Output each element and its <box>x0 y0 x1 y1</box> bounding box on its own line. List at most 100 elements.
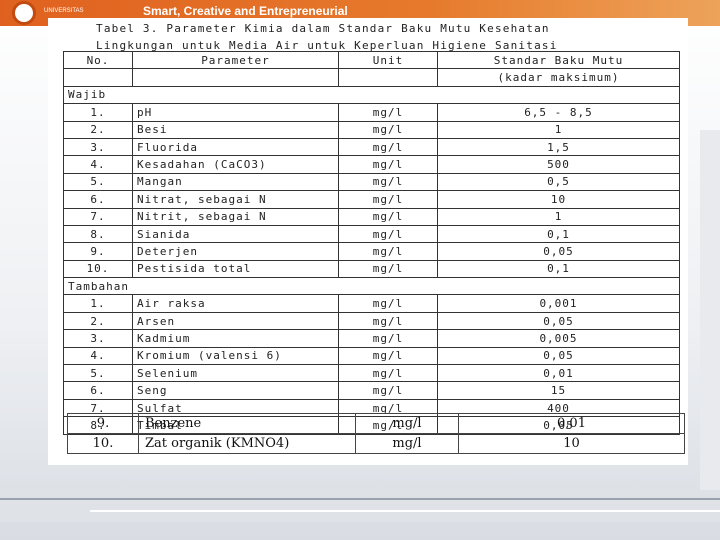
unit: mg/l <box>338 224 438 244</box>
table-row: 6. Nitrat, sebagai Nmg/l 10 <box>63 190 680 209</box>
header-no-cont <box>63 68 133 87</box>
standard-value: 0,01 <box>458 413 685 434</box>
standard-value: 0,5 <box>437 172 680 192</box>
unit: mg/l <box>355 413 459 434</box>
table-row: 1. pH mg/l 6,5 - 8,5 <box>63 103 680 122</box>
section-row: Wajib <box>63 85 680 105</box>
table-row: 10. Zat organik (KMNO4) mg/l 10 <box>67 433 685 454</box>
header-no: No. <box>63 50 133 70</box>
parameter-name: Nitrat, sebagai N <box>132 190 339 209</box>
standard-value: 0,05 <box>437 311 680 331</box>
unit: mg/l <box>338 137 438 157</box>
standard-value: 0,1 <box>437 259 680 279</box>
parameter-name: Pestisida total <box>132 259 339 279</box>
unit: mg/l <box>338 190 438 209</box>
parameter-name: Seng <box>132 381 339 400</box>
table-row: 5. Mangan mg/l 0,5 <box>63 172 680 192</box>
tagline: Smart, Creative and Entrepreneurial <box>143 4 348 18</box>
table-row: 1. Air raksa mg/l 0,001 <box>63 294 680 313</box>
table-row: 4. Kesadahan (CaCO3) mg/l 500 <box>63 155 680 174</box>
footer-line <box>90 510 720 512</box>
parameter-name: Nitrit, sebagai N <box>132 207 339 226</box>
unit: mg/l <box>338 103 438 122</box>
standard-value: 15 <box>437 381 680 400</box>
standard-value: 0,05 <box>437 242 680 261</box>
row-number: 2. <box>63 311 133 331</box>
unit: mg/l <box>338 207 438 226</box>
unit: mg/l <box>355 433 459 454</box>
parameter-name: Fluorida <box>132 137 339 157</box>
logo-text: UNIVERSITAS <box>44 8 84 14</box>
table-header-row: No. Parameter Unit Standar Baku Mutu <box>63 50 680 70</box>
table-row: 2. Arsen mg/l 0,05 <box>63 311 680 331</box>
parameter-name: Mangan <box>132 172 339 192</box>
standard-value: 1 <box>437 120 680 139</box>
parameter-name: Arsen <box>132 311 339 331</box>
table-row: 4. Kromium (valensi 6) mg/l 0,05 <box>63 346 680 366</box>
row-number: 9. <box>67 413 139 434</box>
header-unit-cont <box>338 68 438 87</box>
row-number: 6. <box>63 381 133 400</box>
unit: mg/l <box>338 381 438 400</box>
parameter-name: Kadmium <box>132 329 339 348</box>
standard-value: 0,005 <box>437 329 680 348</box>
unit: mg/l <box>338 155 438 174</box>
header-standard: Standar Baku Mutu <box>437 50 680 70</box>
side-decoration <box>700 130 720 490</box>
table-row: 2. Besi mg/l 1 <box>63 120 680 139</box>
row-number: 3. <box>63 329 133 348</box>
standard-value: 0,01 <box>437 364 680 383</box>
parameter-name: Besi <box>132 120 339 139</box>
table-row: 9. Deterjen mg/l 0,05 <box>63 242 680 261</box>
standard-value: 1 <box>437 207 680 226</box>
parameter-name: Deterjen <box>132 242 339 261</box>
additional-table: 9. Benzene mg/l 0,01 10. Zat organik (KMNO4) m… <box>67 413 685 454</box>
standard-value: 500 <box>437 155 680 174</box>
section-label: Tambahan <box>63 277 680 296</box>
row-number: 3. <box>63 137 133 157</box>
standard-value: 0,001 <box>437 294 680 313</box>
table-caption: Tabel 3. Parameter Kimia dalam Standar B… <box>96 20 696 54</box>
standard-value: 0,05 <box>437 346 680 366</box>
row-number: 7. <box>63 207 133 226</box>
header-parameter: Parameter <box>132 50 339 70</box>
unit: mg/l <box>338 311 438 331</box>
standard-value: 10 <box>458 433 685 454</box>
unit: mg/l <box>338 120 438 139</box>
table-row: 3. Fluorida mg/l 1,5 <box>63 137 680 157</box>
standard-value: 10 <box>437 190 680 209</box>
unit: mg/l <box>338 364 438 383</box>
parameter-name: Kesadahan (CaCO3) <box>132 155 339 174</box>
row-number: 10. <box>67 433 139 454</box>
unit: mg/l <box>338 242 438 261</box>
unit: mg/l <box>338 294 438 313</box>
table-row: 9. Benzene mg/l 0,01 <box>67 413 685 434</box>
parameter-name: Selenium <box>132 364 339 383</box>
row-number: 2. <box>63 120 133 139</box>
parameter-name: Kromium (valensi 6) <box>132 346 339 366</box>
parameter-name: Air raksa <box>132 294 339 313</box>
parameter-name: Benzene <box>138 413 356 434</box>
table-row: 6. Seng mg/l 15 <box>63 381 680 400</box>
row-number: 10. <box>63 259 133 279</box>
parameter-table: No. Parameter Unit Standar Baku Mutu (ka… <box>63 50 680 435</box>
parameter-name: Zat organik (KMNO4) <box>138 433 356 454</box>
row-number: 1. <box>63 294 133 313</box>
row-number: 1. <box>63 103 133 122</box>
header-standard-sub: (kadar maksimum) <box>437 68 680 87</box>
section-row: Tambahan <box>63 277 680 296</box>
header-unit: Unit <box>338 50 438 70</box>
table-row: 10. Pestisida total mg/l 0,1 <box>63 259 680 279</box>
university-logo <box>12 1 36 25</box>
parameter-name: pH <box>132 103 339 122</box>
table-header-subrow: (kadar maksimum) <box>63 68 680 87</box>
unit: mg/l <box>338 259 438 279</box>
table-row: 5. Selenium mg/l 0,01 <box>63 364 680 383</box>
parameter-name: Sianida <box>132 224 339 244</box>
header-parameter-cont <box>132 68 339 87</box>
standard-value: 1,5 <box>437 137 680 157</box>
table-row: 3. Kadmium mg/l 0,005 <box>63 329 680 348</box>
standard-value: 6,5 - 8,5 <box>437 103 680 122</box>
row-number: 4. <box>63 155 133 174</box>
unit: mg/l <box>338 329 438 348</box>
